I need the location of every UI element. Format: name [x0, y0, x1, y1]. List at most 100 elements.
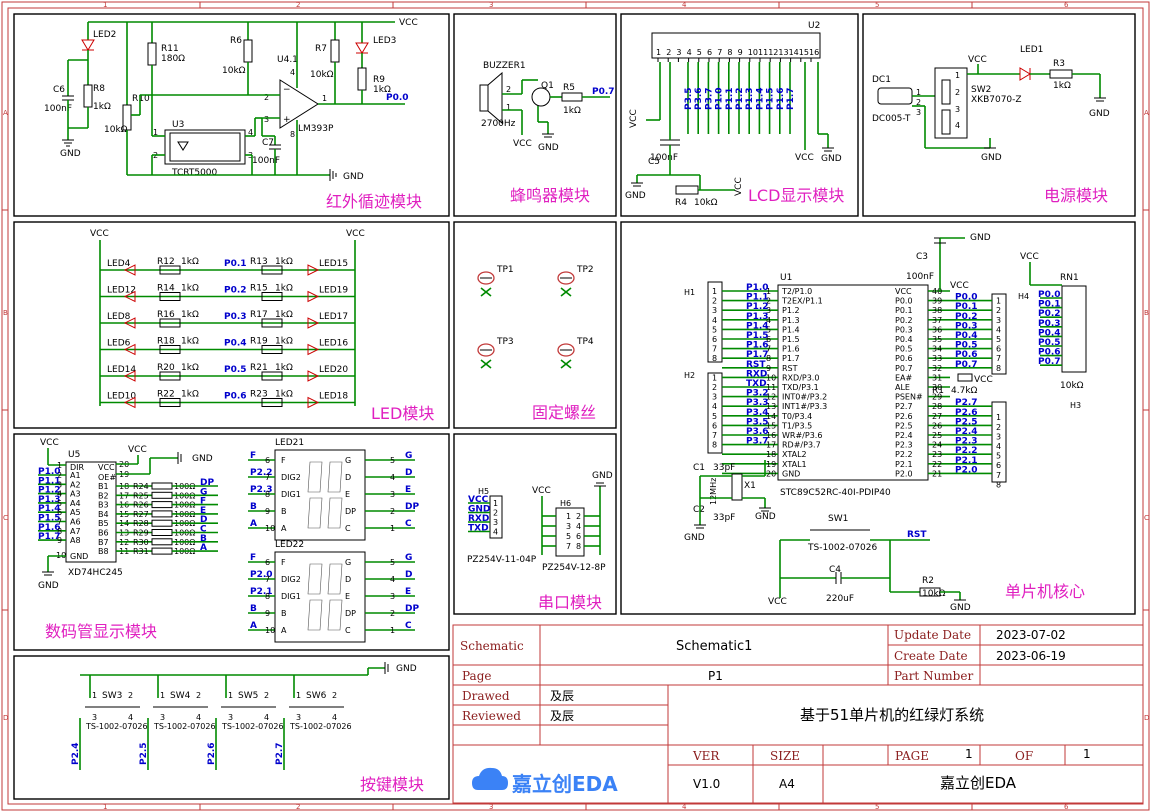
sw2-pin: 1 — [955, 71, 960, 80]
buzzer-pin: 2 — [506, 85, 511, 94]
resistor-label: R20 — [157, 363, 175, 373]
h4-net-label: P0.3 — [1038, 319, 1061, 329]
col-label: 6 — [1064, 803, 1069, 811]
mcu-pin-function: INT0#/P3.2 — [782, 393, 827, 402]
mcu-pin-function: P0.3 — [895, 325, 913, 334]
mcu-pin-function: INT1#/P3.3 — [782, 402, 827, 411]
h6-pin: 2 — [576, 512, 581, 521]
sw2-value: XKB7070-Z — [971, 95, 1022, 105]
mcu-net-label: P2.0 — [955, 465, 978, 475]
r11-label: R11 — [161, 44, 179, 54]
h6-label: H6 — [560, 499, 571, 508]
lcd-net-label: P1.4 — [755, 87, 765, 110]
c2-value: 33pF — [713, 513, 735, 523]
h4-pin: 3 — [996, 316, 1001, 325]
mcu-pin-number: 32 — [932, 364, 942, 373]
resistor-value: 1kΩ — [181, 337, 199, 347]
dc1-value: DC005-T — [872, 114, 911, 124]
lcd-pin-number: 15 — [799, 48, 809, 57]
mcu-net-label: P0.4 — [955, 331, 978, 341]
module-title-screw: 固定螺丝 — [532, 403, 596, 422]
seg-resistor — [151, 501, 173, 509]
h4-pin: 4 — [996, 325, 1001, 334]
h3-pin: 4 — [996, 442, 1001, 451]
resistor-value: 1kΩ — [275, 284, 293, 294]
mcu-net-label: P1.6 — [746, 341, 769, 351]
mcu-pin-function: P2.5 — [895, 421, 913, 430]
seg-segment-net: A — [200, 543, 207, 553]
mcu-pin-function: PSEN# — [895, 393, 923, 402]
lcd-pin-number: 9 — [738, 48, 743, 57]
tb-ver-value: V1.0 — [693, 777, 720, 791]
seg-vcc2: VCC — [128, 445, 147, 455]
resistor-label: R17 — [250, 310, 268, 320]
lcd-pin-number: 14 — [789, 48, 799, 57]
lcd-net-label: P3.5 — [684, 87, 694, 110]
r11-value: 180Ω — [161, 54, 185, 64]
digit-pin: 6 — [265, 456, 270, 465]
digit-label: LED21 — [275, 438, 304, 448]
mcu-pin-number: 10 — [766, 373, 776, 382]
digit-pin-function: A — [281, 626, 287, 635]
led-label: LED14 — [107, 365, 136, 375]
digit-pin-function: DIG1 — [281, 592, 301, 601]
h3-pin: 8 — [996, 480, 1001, 489]
digit-pin-function: DP — [345, 507, 356, 516]
tb-drawed-label: Drawed — [462, 689, 510, 703]
resistor-label: R23 — [250, 390, 268, 400]
tb-page-value: P1 — [708, 669, 723, 683]
lcd-pin-number: 5 — [697, 48, 702, 57]
c1-value: 33pF — [713, 463, 735, 473]
title-block: Schematic Schematic1 Update Date 2023-07… — [452, 624, 1144, 804]
mcu-pin-function: P0.5 — [895, 345, 913, 354]
led-net-label: P0.3 — [224, 312, 247, 322]
mcu-pin-function: P1.4 — [782, 325, 800, 334]
seg-glyph — [307, 461, 343, 529]
led-label: LED15 — [319, 259, 348, 269]
digit-pin: 6 — [265, 558, 270, 567]
tb-of-label: OF — [1015, 749, 1033, 763]
digit-pin-function: G — [345, 456, 351, 465]
r1-vcc: VCC — [974, 375, 993, 385]
dc-pin: 3 — [916, 108, 921, 117]
digit-pin-function: F — [281, 456, 286, 465]
key-switch-part: TS-1002-07026 — [289, 722, 352, 731]
keys-module: GND 1 SW3 23 4TS-1002-07026P2.41 SW4 23 4TS-10… — [71, 662, 417, 770]
h3-pin: 3 — [996, 432, 1001, 441]
u5-pin-function: B7 — [98, 538, 109, 547]
module-title-power: 电源模块 — [1044, 186, 1108, 205]
r1-label: R1 — [932, 386, 944, 396]
buzzer-freq: 2700Hz — [481, 119, 516, 129]
lcd-pin-number: 16 — [809, 48, 819, 57]
r1-resistor — [957, 373, 973, 382]
digit-pin: 8 — [265, 592, 270, 601]
key-net-label: P2.5 — [139, 742, 149, 765]
digit-net: D — [405, 468, 412, 478]
mcu-net-label: P2.4 — [955, 427, 978, 437]
digit-pin: 9 — [265, 609, 270, 618]
digit-pin: 10 — [265, 626, 275, 635]
c6-label: C6 — [53, 85, 65, 95]
h4-pin: 1 — [996, 297, 1001, 306]
dc1-label: DC1 — [872, 75, 891, 85]
mcu-pin-number: 34 — [932, 345, 942, 354]
lcd-gnd-right: GND — [821, 154, 842, 164]
lcd-vcc-right: VCC — [795, 153, 814, 163]
mcu-pin-function: T0/P3.4 — [781, 412, 812, 421]
digit-pin: 10 — [265, 524, 275, 533]
mcu-pin-function: RD#/P3.7 — [782, 441, 821, 450]
xtal-gnd: GND — [684, 533, 705, 543]
buzzer-net-p07: P0.7 — [592, 87, 615, 97]
row-label: C — [3, 514, 8, 522]
resistor-value: 1kΩ — [275, 257, 293, 267]
r9-resistor — [357, 67, 367, 91]
mcu-net-label: P1.4 — [746, 321, 769, 331]
digit-pin: 7 — [265, 473, 270, 482]
key-net-label: P2.7 — [275, 742, 285, 765]
rn1-value: 10kΩ — [1060, 381, 1084, 391]
u4-minus: − — [283, 85, 291, 95]
x1-crystal — [731, 473, 743, 501]
r8-value: 1kΩ — [93, 102, 111, 112]
h4-label: H4 — [1018, 292, 1029, 301]
lcd-pin-number: 4 — [687, 48, 692, 57]
